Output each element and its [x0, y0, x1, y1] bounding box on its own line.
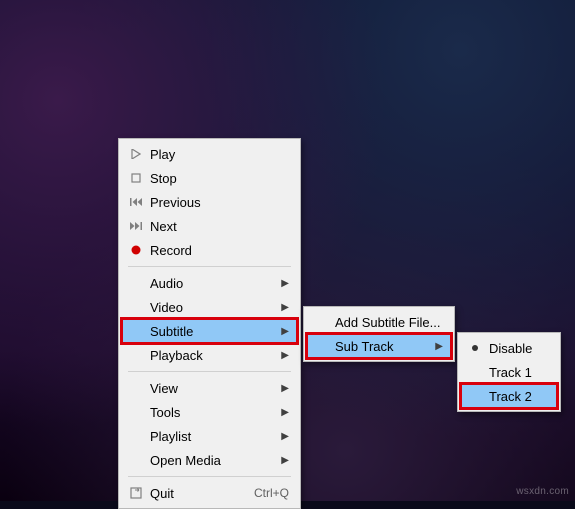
- menu-label: Subtitle: [150, 324, 259, 339]
- menu-item-view[interactable]: View ▶: [122, 376, 297, 400]
- menu-label: Stop: [150, 171, 289, 186]
- menu-label: Previous: [150, 195, 289, 210]
- quit-icon: [122, 487, 150, 499]
- menu-item-record[interactable]: Record: [122, 238, 297, 262]
- menu-item-previous[interactable]: Previous: [122, 190, 297, 214]
- menu-label: Track 2: [489, 389, 549, 404]
- submenu-arrow-icon: ▶: [279, 302, 289, 313]
- menu-label: Sub Track: [335, 339, 413, 354]
- menu-label: Video: [150, 300, 259, 315]
- context-menu-subtitle: Add Subtitle File... Sub Track ▶: [303, 306, 455, 362]
- menu-label: Next: [150, 219, 289, 234]
- context-menu-subtrack: Disable Track 1 Track 2: [457, 332, 561, 412]
- radio-checked-icon: [461, 344, 489, 352]
- menu-item-track-1[interactable]: Track 1: [461, 360, 557, 384]
- menu-label: Audio: [150, 276, 259, 291]
- record-icon: [122, 245, 150, 255]
- menu-label: Add Subtitle File...: [335, 315, 443, 330]
- menu-label: View: [150, 381, 259, 396]
- menu-label: Play: [150, 147, 289, 162]
- menu-label: Track 1: [489, 365, 549, 380]
- submenu-arrow-icon: ▶: [279, 326, 289, 337]
- submenu-arrow-icon: ▶: [279, 278, 289, 289]
- submenu-arrow-icon: ▶: [279, 407, 289, 418]
- previous-icon: [122, 197, 150, 207]
- submenu-arrow-icon: ▶: [279, 455, 289, 466]
- menu-label: Playback: [150, 348, 259, 363]
- menu-item-tools[interactable]: Tools ▶: [122, 400, 297, 424]
- menu-separator: [128, 476, 291, 477]
- submenu-arrow-icon: ▶: [279, 431, 289, 442]
- menu-item-next[interactable]: Next: [122, 214, 297, 238]
- context-menu-main: Play Stop Previous Next Record Audio ▶ V…: [118, 138, 301, 509]
- menu-item-audio[interactable]: Audio ▶: [122, 271, 297, 295]
- menu-item-play[interactable]: Play: [122, 142, 297, 166]
- menu-item-playback[interactable]: Playback ▶: [122, 343, 297, 367]
- menu-separator: [128, 266, 291, 267]
- submenu-arrow-icon: ▶: [279, 383, 289, 394]
- menu-item-disable[interactable]: Disable: [461, 336, 557, 360]
- submenu-arrow-icon: ▶: [279, 350, 289, 361]
- menu-item-subtitle[interactable]: Subtitle ▶: [122, 319, 297, 343]
- menu-label: Record: [150, 243, 289, 258]
- menu-label: Tools: [150, 405, 259, 420]
- menu-label: Quit: [150, 486, 234, 501]
- menu-item-quit[interactable]: Quit Ctrl+Q: [122, 481, 297, 505]
- menu-item-track-2[interactable]: Track 2: [461, 384, 557, 408]
- menu-shortcut: Ctrl+Q: [254, 486, 289, 500]
- menu-item-playlist[interactable]: Playlist ▶: [122, 424, 297, 448]
- stop-icon: [122, 173, 150, 183]
- menu-item-add-subtitle-file[interactable]: Add Subtitle File...: [307, 310, 451, 334]
- menu-label: Disable: [489, 341, 549, 356]
- menu-item-open-media[interactable]: Open Media ▶: [122, 448, 297, 472]
- next-icon: [122, 221, 150, 231]
- submenu-arrow-icon: ▶: [433, 341, 443, 352]
- menu-item-video[interactable]: Video ▶: [122, 295, 297, 319]
- menu-item-sub-track[interactable]: Sub Track ▶: [307, 334, 451, 358]
- menu-item-stop[interactable]: Stop: [122, 166, 297, 190]
- menu-label: Playlist: [150, 429, 259, 444]
- play-icon: [122, 149, 150, 159]
- menu-label: Open Media: [150, 453, 259, 468]
- watermark-text: wsxdn.com: [516, 486, 569, 497]
- menu-separator: [128, 371, 291, 372]
